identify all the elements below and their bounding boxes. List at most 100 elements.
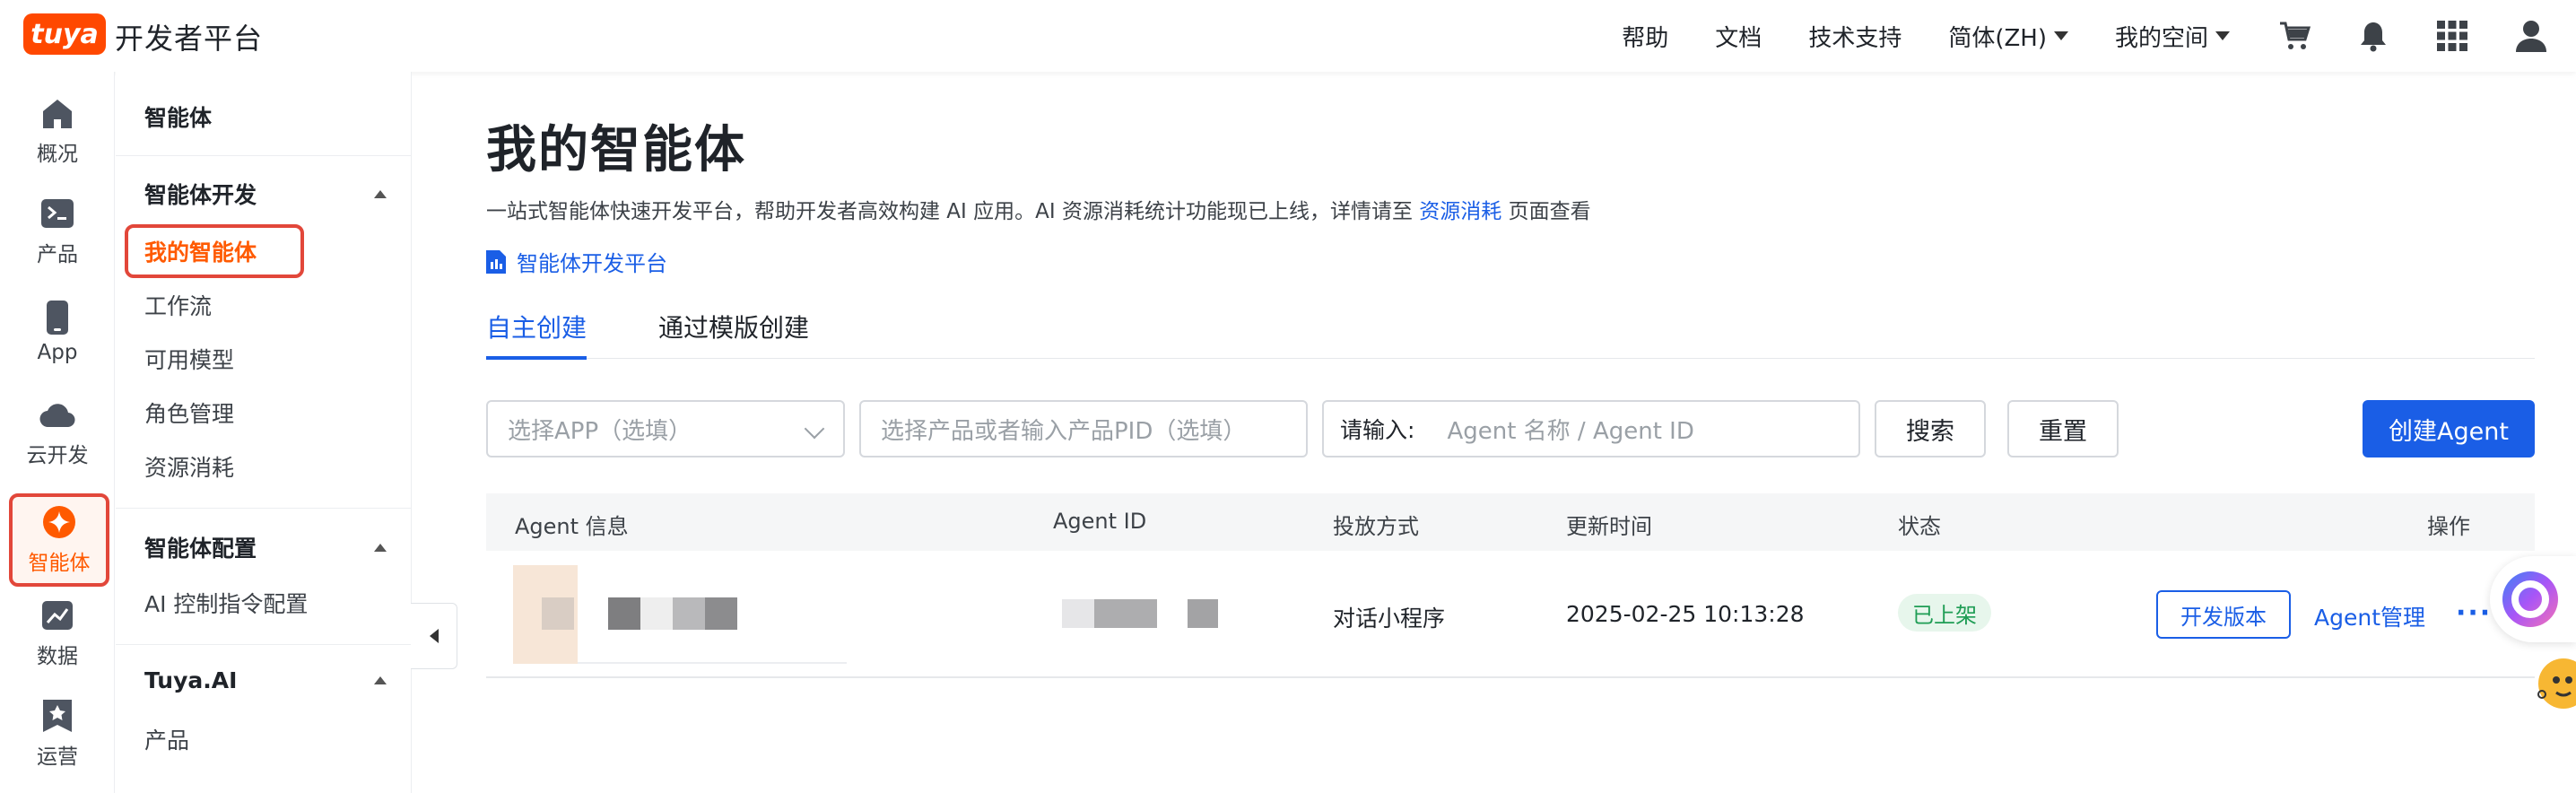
redacted-underline [578,662,847,664]
nav-my-space[interactable]: 我的空间 [2115,20,2230,53]
tab-label: 自主创建 [486,313,587,343]
rail-item-data[interactable]: 数据 [0,587,115,680]
search-label: 请输入: [1340,417,1415,443]
rail-label: 数据 [37,645,78,668]
nav-help[interactable]: 帮助 [1622,20,1668,53]
table-row: 对话小程序 2025-02-25 10:13:28 已上架 开发版本 Agent… [486,551,2535,678]
app-select-placeholder: 选择APP（选填） [508,417,692,445]
collapse-menu-button[interactable] [411,603,457,669]
rail-label: 云开发 [26,444,89,467]
brand-title[interactable]: 开发者平台 [115,16,263,57]
group-agent-dev[interactable]: 智能体开发 [144,178,387,210]
phone-icon [39,300,75,336]
product-select[interactable]: 选择产品或者输入产品PID（选填） [859,400,1308,458]
rail-label: App [37,341,78,364]
agent-manage-link[interactable]: Agent管理 [2314,600,2425,632]
chevron-up-icon [374,676,387,684]
redacted-block [1094,599,1157,628]
redacted-block [673,597,705,630]
mascot-icon [2537,658,2576,709]
document-chart-icon [486,249,506,274]
rail-label: 概况 [37,143,78,166]
redacted-block [640,597,673,630]
redacted-block [705,597,737,630]
divider [116,155,412,156]
user-icon[interactable] [2513,18,2549,54]
col-agent-id: Agent ID [1053,509,1147,534]
cloud-icon [39,396,75,432]
group-agent-config[interactable]: 智能体配置 [144,531,387,563]
table-header: Agent 信息 Agent ID 投放方式 更新时间 状态 操作 [486,493,2535,551]
redacted-block [1062,599,1094,628]
col-updated: 更新时间 [1566,514,1652,539]
col-status: 状态 [1898,514,1941,539]
bell-icon[interactable] [2355,18,2391,54]
top-nav: 帮助 文档 技术支持 简体(ZH) 我的空间 [1622,0,2576,72]
group-label: Tuya.AI [144,667,238,693]
chevron-down-icon [2215,31,2230,40]
agent-search-input[interactable]: 请输入: Agent 名称 / Agent ID [1322,400,1860,458]
bookmark-star-icon [39,698,75,734]
chart-icon [39,597,75,633]
redacted-block [1188,599,1218,628]
rail-item-overview[interactable]: 概况 [0,84,115,178]
redacted-block [608,597,640,630]
submenu-item-roles[interactable]: 角色管理 [144,396,234,429]
page-description: 一站式智能体快速开发平台，帮助开发者高效构建 AI 应用。AI 资源消耗统计功能… [486,194,1591,224]
rail-item-cloud-dev[interactable]: 云开发 [0,386,115,479]
submenu-item-product[interactable]: 产品 [144,723,189,755]
group-tuya-ai[interactable]: Tuya.AI [144,667,387,693]
rail-label: 运营 [37,745,78,769]
agent-platform-link[interactable]: 智能体开发平台 [486,246,667,277]
mascot-help-button[interactable] [2533,653,2576,716]
search-placeholder: Agent 名称 / Agent ID [1447,417,1694,445]
caret-left-icon [429,629,439,643]
submenu-item-workflow[interactable]: 工作流 [144,289,212,321]
rail-item-operation[interactable]: 运营 [0,687,115,780]
group-label: 智能体开发 [144,182,257,208]
rail-label: 智能体 [28,552,91,575]
desc-text: 一站式智能体快速开发平台，帮助开发者高效构建 AI 应用。AI 资源消耗统计功能… [486,200,1420,223]
cart-icon[interactable] [2276,18,2312,54]
chevron-down-icon [804,418,825,440]
submenu-item-resource[interactable]: 资源消耗 [144,450,234,483]
my-space-label: 我的空间 [2114,24,2208,52]
rail-item-agent[interactable]: 智能体 [9,493,109,587]
left-icon-rail: 概况 产品 App 云开发 智能体 数据 运营 [0,72,115,793]
reset-button[interactable]: 重置 [2007,400,2119,458]
submenu-item-models[interactable]: 可用模型 [144,343,234,375]
cell-updated: 2025-02-25 10:13:28 [1566,601,1805,627]
tab-label: 通过模版创建 [658,313,810,343]
rail-item-product[interactable]: 产品 [0,185,115,278]
product-select-placeholder: 选择产品或者输入产品PID（选填） [881,417,1247,445]
cell-channel: 对话小程序 [1333,606,1446,632]
apps-grid-icon[interactable] [2434,18,2470,54]
more-actions-icon[interactable]: ··· [2456,597,2492,629]
chevron-down-icon [2053,31,2068,40]
active-tab-indicator [486,356,587,360]
submenu-item-ai-control[interactable]: AI 控制指令配置 [144,587,308,619]
submenu-item-my-agents[interactable]: 我的智能体 [125,224,304,278]
app-select[interactable]: 选择APP（选填） [486,400,845,458]
search-button[interactable]: 搜索 [1875,400,1986,458]
redacted-block [542,597,574,630]
desc-text-suffix: 页面查看 [1501,200,1591,223]
nav-tech-support[interactable]: 技术支持 [1808,20,1902,53]
tab-self-create[interactable]: 自主创建 [486,309,587,344]
divider [116,508,412,509]
creation-tabs: 自主创建 通过模版创建 [486,303,2535,360]
sparkle-icon [41,504,77,540]
tuya-logo[interactable]: tuya [23,13,106,55]
tab-template-create[interactable]: 通过模版创建 [658,309,809,344]
nav-language[interactable]: 简体(ZH) [1948,20,2068,53]
terminal-icon [39,196,75,231]
ai-assistant-float-button[interactable] [2490,556,2576,642]
create-agent-button[interactable]: 创建Agent [2363,400,2535,458]
platform-link-label: 智能体开发平台 [517,251,667,276]
chevron-up-icon [374,543,387,552]
rail-item-app[interactable]: App [0,285,115,379]
dev-version-button[interactable]: 开发版本 [2156,590,2291,639]
nav-docs[interactable]: 文档 [1715,20,1762,53]
resource-link[interactable]: 资源消耗 [1419,200,1501,223]
page-title: 我的智能体 [486,121,746,179]
